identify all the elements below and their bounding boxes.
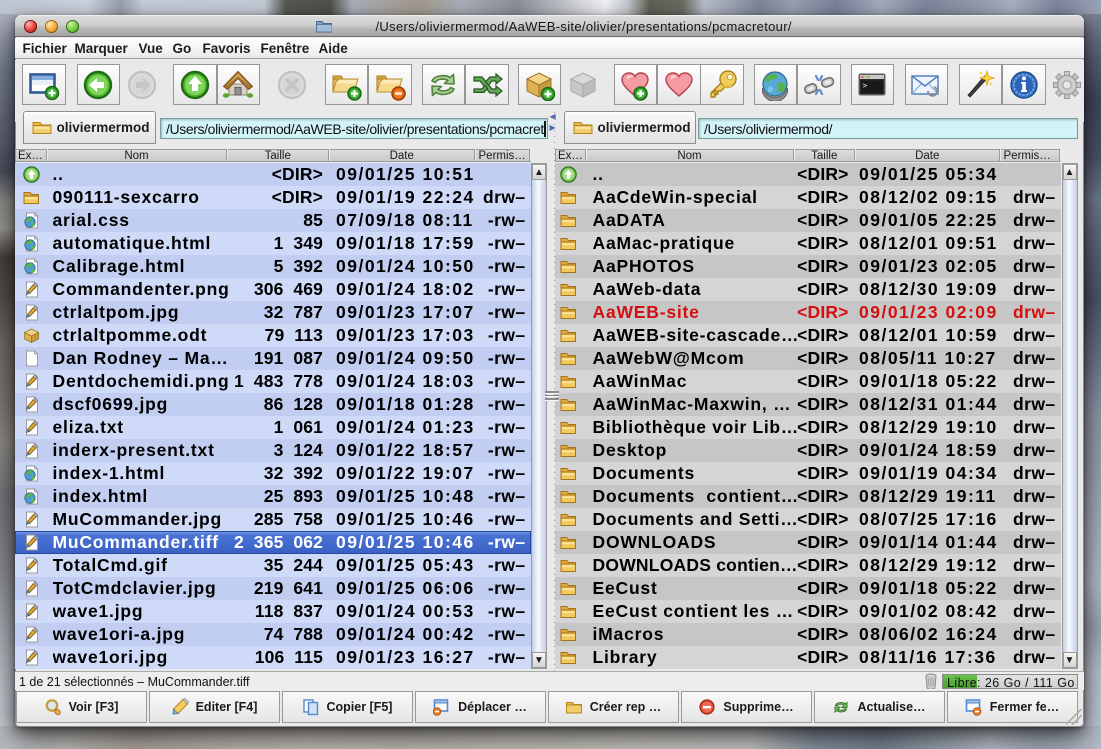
svg-text:>: > (863, 83, 868, 91)
